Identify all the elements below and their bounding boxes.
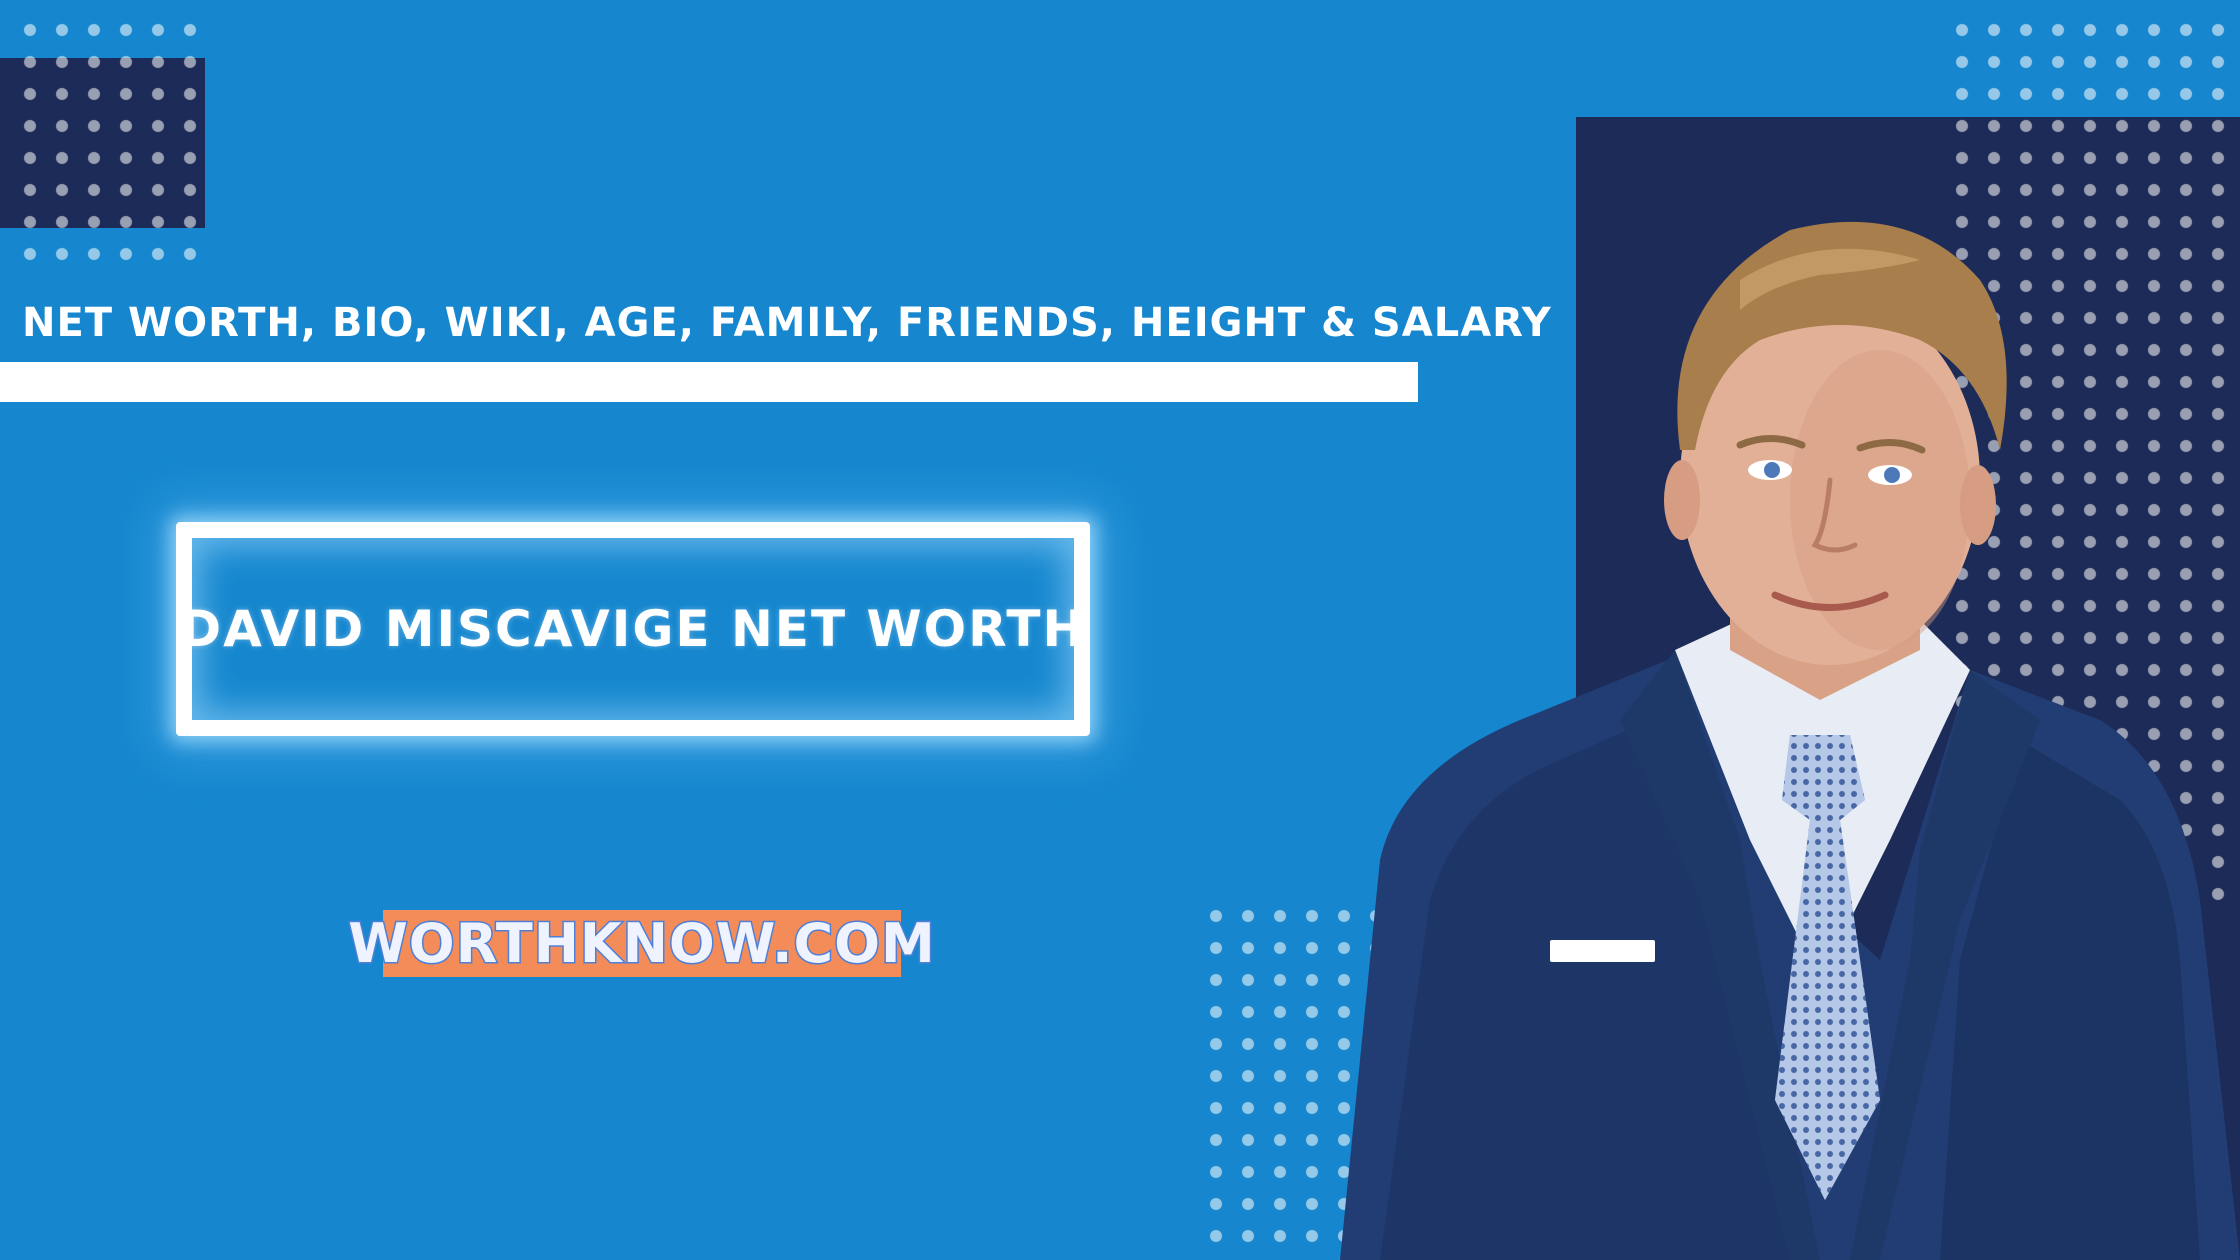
- headline-text: DAVID MISCAVIGE NET WORTH: [179, 600, 1087, 658]
- brand-badge: WORTHKNOW.COM: [347, 910, 936, 977]
- pocket-square: [1550, 940, 1655, 962]
- left-ear: [1664, 460, 1700, 540]
- right-ear: [1960, 465, 1996, 545]
- man-in-blue-suit-portrait: [1340, 221, 2240, 1260]
- left-iris: [1764, 462, 1780, 478]
- white-divider-bar: [0, 362, 1418, 402]
- headline-frame: DAVID MISCAVIGE NET WORTH: [176, 522, 1090, 736]
- brand-text: WORTHKNOW.COM: [347, 911, 937, 977]
- right-iris: [1884, 467, 1900, 483]
- thumbnail-canvas: NET WORTH, BIO, WIKI, AGE, FAMILY, FRIEN…: [0, 0, 2240, 1260]
- dot-pattern-top-left: [14, 14, 206, 270]
